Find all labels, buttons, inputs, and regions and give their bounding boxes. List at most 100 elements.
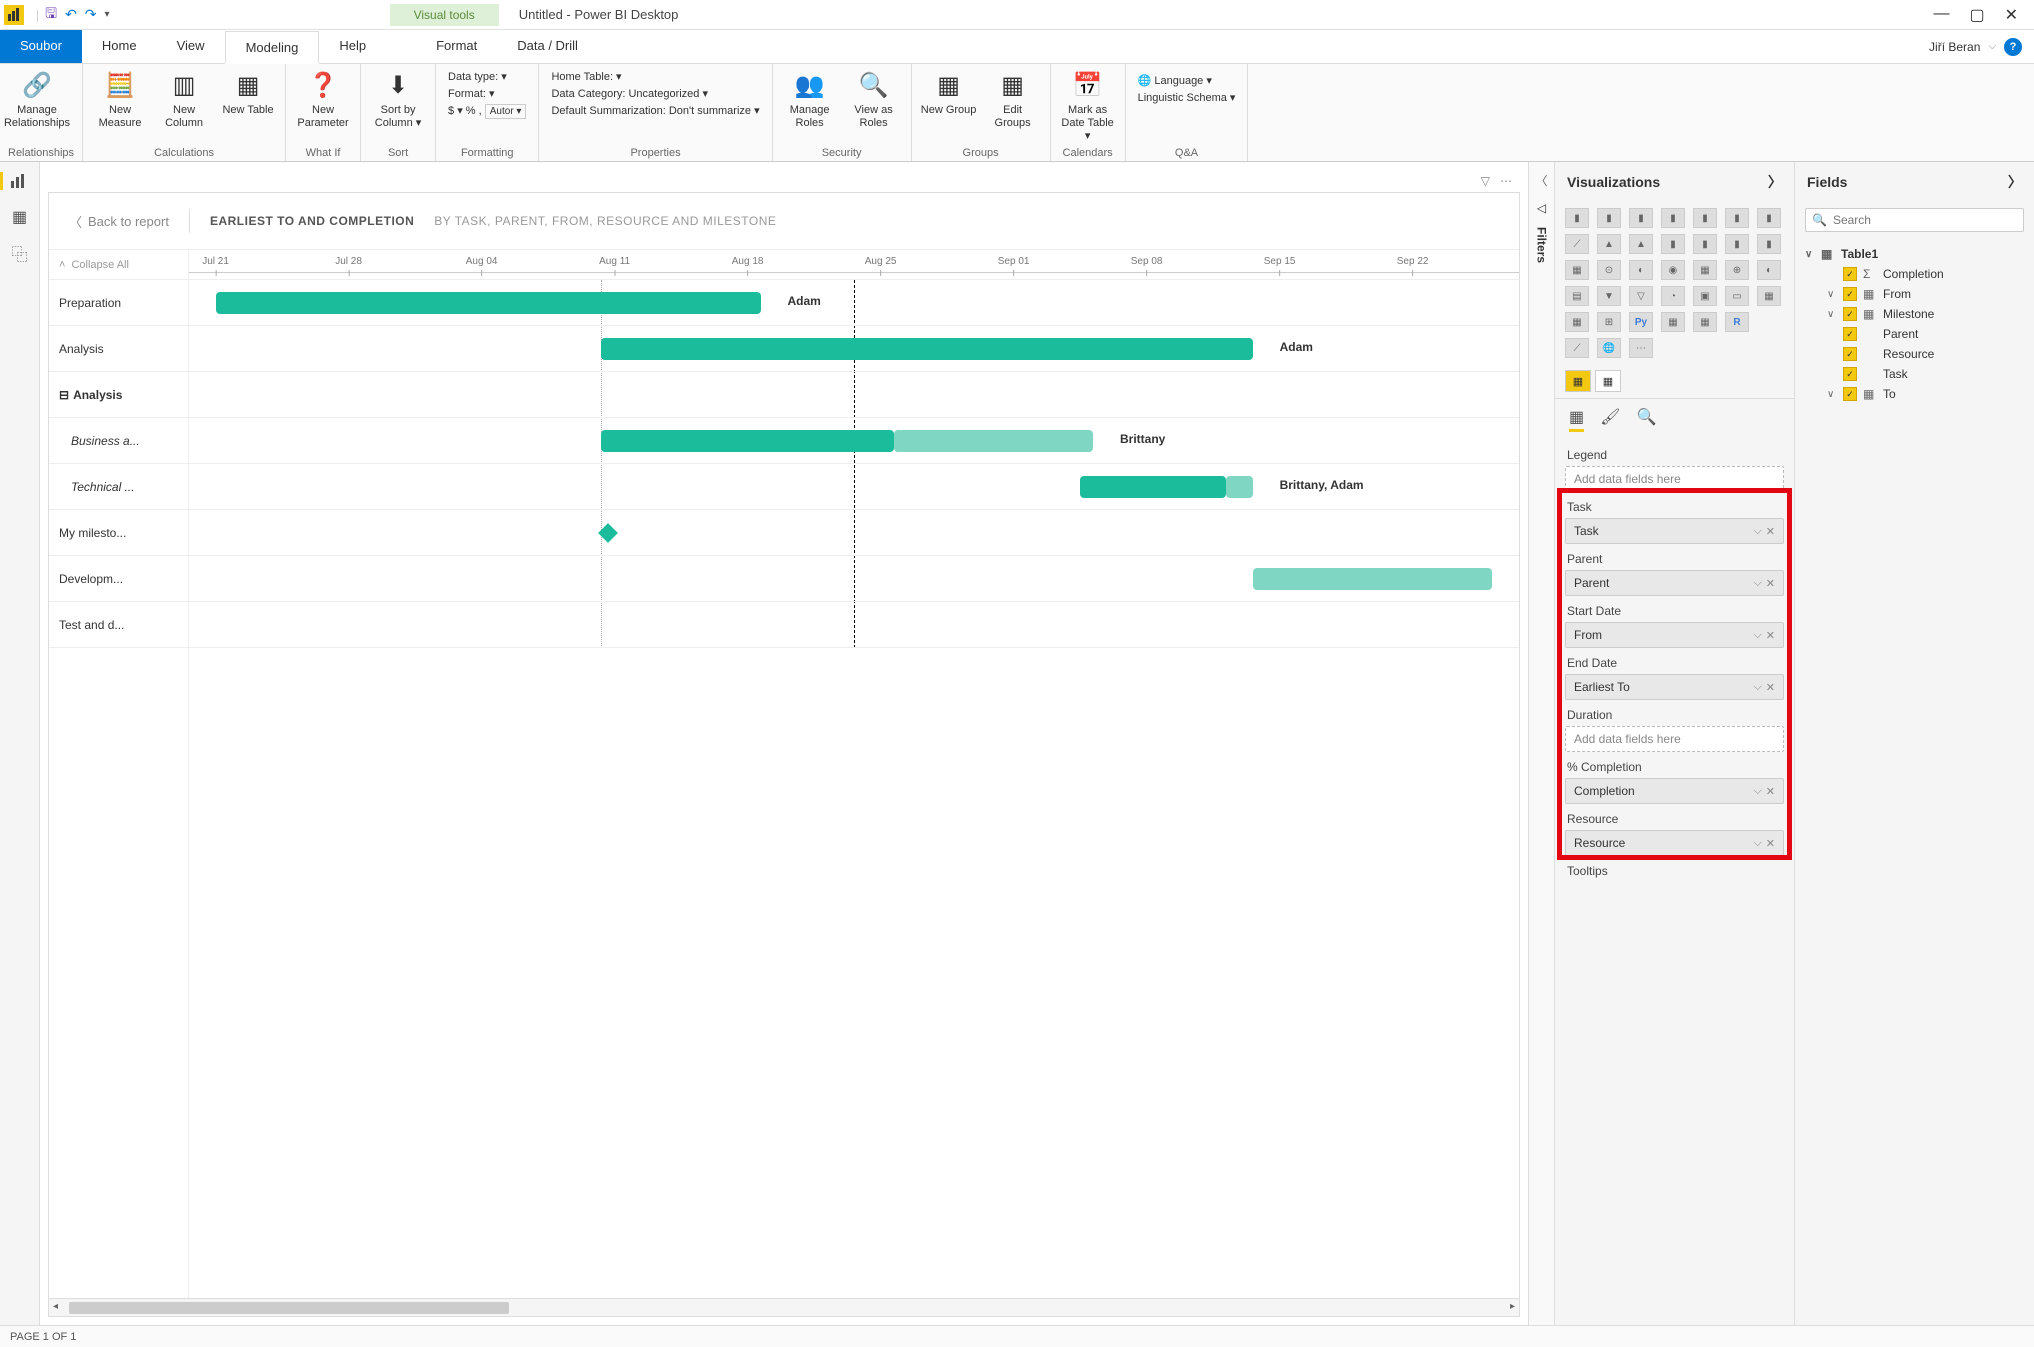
scroll-right-icon[interactable]: ▸ [1510,1301,1515,1312]
chevron-left-icon[interactable]: 〈 [1535,172,1547,189]
more-icon[interactable]: ⋯ [1500,174,1512,188]
gantt-bar-remaining[interactable] [1226,476,1253,498]
redo-icon[interactable]: ↷ [85,6,97,23]
viz-type-icon[interactable]: ▦ [1565,312,1589,332]
chevron-right-icon[interactable]: 〉 [2008,172,2022,192]
field-node[interactable]: ✓Resource [1805,344,2024,364]
user-name[interactable]: Jiří Beran [1929,40,1980,54]
new-table-button[interactable]: ▦New Table [219,68,277,117]
viz-type-icon[interactable]: ▮ [1661,208,1685,228]
viz-type-icon[interactable]: R [1725,312,1749,332]
scroll-left-icon[interactable]: ◂ [53,1301,58,1312]
chevron-down-icon[interactable]: ⌵ [1753,837,1761,850]
viz-type-icon[interactable]: ▦ [1661,312,1685,332]
collapse-all-button[interactable]: ˄Collapse All [49,250,188,280]
well-chip-from[interactable]: From⌵✕ [1565,622,1784,648]
new-group-button[interactable]: ▦New Group [920,68,978,117]
viz-type-icon[interactable]: ▮ [1725,208,1749,228]
well-duration[interactable]: Add data fields here [1565,726,1784,752]
chevron-down-icon[interactable]: ⌵ [1753,681,1761,694]
checkbox-icon[interactable]: ✓ [1843,367,1857,381]
viz-type-icon[interactable]: ⊕ [1725,260,1749,280]
viz-type-icon[interactable]: ◐ [1757,260,1781,280]
viz-type-icon[interactable]: ▼ [1597,286,1621,306]
field-node[interactable]: ✓ΣCompletion [1805,264,2024,284]
task-row[interactable]: Developm... [49,556,188,602]
viz-type-icon[interactable]: ▤ [1565,286,1589,306]
milestone-marker[interactable] [598,523,618,543]
filters-pane-collapsed[interactable]: 〈 ◁ Filters [1528,162,1554,1325]
viz-type-icon[interactable]: ▮ [1565,208,1589,228]
user-chevron-icon[interactable]: ⌵ [1988,41,1996,52]
help-icon[interactable]: ? [2004,38,2022,56]
gantt-bar[interactable] [1080,476,1226,498]
well-chip-resource[interactable]: Resource⌵✕ [1565,830,1784,856]
well-legend[interactable]: Add data fields here [1565,466,1784,492]
horizontal-scrollbar[interactable]: ◂ ▸ [49,1298,1519,1316]
fields-tab[interactable]: ▦ [1565,370,1591,392]
chevron-down-icon[interactable]: ⌵ [1753,785,1761,798]
viz-type-icon[interactable]: ▮ [1757,208,1781,228]
viz-type-icon[interactable]: ▮ [1693,208,1717,228]
tab-format[interactable]: Format [416,30,497,63]
chevron-down-icon[interactable]: ∨ [1827,289,1837,300]
chevron-down-icon[interactable]: ∨ [1827,309,1837,320]
language-dropdown[interactable]: 🌐 Language ▾ [1138,74,1236,87]
edit-groups-button[interactable]: ▦Edit Groups [984,68,1042,130]
viz-type-icon[interactable]: ▦ [1757,286,1781,306]
close-icon[interactable]: ✕ [2005,5,2018,25]
task-row[interactable]: Preparation [49,280,188,326]
summarization-dropdown[interactable]: Default Summarization: Don't summarize ▾ [551,104,759,117]
viz-type-icon[interactable]: ⟋ [1565,234,1589,254]
well-format-icon[interactable]: 🖌 [1600,407,1620,432]
save-icon[interactable]: 🖫 [45,3,57,27]
remove-icon[interactable]: ✕ [1766,577,1775,590]
new-parameter-button[interactable]: ❓New Parameter [294,68,352,130]
search-input[interactable] [1833,213,2017,227]
viz-type-icon[interactable]: ⊙ [1597,260,1621,280]
datatype-dropdown[interactable]: Data type: ▾ [448,70,526,83]
task-row[interactable]: My milesto... [49,510,188,556]
gantt-bar-remaining[interactable] [894,430,1094,452]
chevron-down-icon[interactable]: ∨ [1827,389,1837,400]
viz-import-icon[interactable]: ⋯ [1629,338,1653,358]
filter-icon[interactable]: ▽ [1481,174,1490,188]
viz-type-icon[interactable]: ◉ [1661,260,1685,280]
checkbox-icon[interactable]: ✓ [1843,287,1857,301]
field-node[interactable]: ∨✓▦Milestone [1805,304,2024,324]
checkbox-icon[interactable]: ✓ [1843,347,1857,361]
gantt-visual[interactable]: 〈 Back to report EARLIEST TO AND COMPLET… [48,192,1520,1317]
new-measure-button[interactable]: 🧮New Measure [91,68,149,130]
well-chip-task[interactable]: Task⌵✕ [1565,518,1784,544]
view-as-roles-button[interactable]: 🔍View as Roles [845,68,903,130]
manage-roles-button[interactable]: 👥Manage Roles [781,68,839,130]
remove-icon[interactable]: ✕ [1766,837,1775,850]
viz-type-icon[interactable]: ▦ [1693,260,1717,280]
viz-type-icon[interactable]: ▲ [1597,234,1621,254]
remove-icon[interactable]: ✕ [1766,681,1775,694]
datacategory-dropdown[interactable]: Data Category: Uncategorized ▾ [551,87,759,100]
viz-type-icon[interactable]: ⟋ [1565,338,1589,358]
manage-relationships-button[interactable]: 🔗 Manage Relationships [8,68,66,130]
checkbox-icon[interactable]: ✓ [1843,267,1857,281]
field-node[interactable]: ✓Task [1805,364,2024,384]
auto-dropdown[interactable]: Autor ▾ [485,104,527,119]
viz-type-icon[interactable]: ▮ [1725,234,1749,254]
well-chip-to[interactable]: Earliest To⌵✕ [1565,674,1784,700]
well-analytics-icon[interactable]: 🔍 [1636,407,1656,432]
gantt-bar[interactable] [216,292,761,314]
gantt-bar[interactable] [1253,568,1492,590]
viz-type-icon[interactable]: ▮ [1757,234,1781,254]
qat-dropdown-icon[interactable]: ▾ [105,9,110,20]
format-dropdown[interactable]: Format: ▾ [448,87,526,100]
chevron-right-icon[interactable]: 〉 [1768,172,1782,192]
tab-file[interactable]: Soubor [0,30,82,63]
report-view-icon[interactable] [0,172,39,190]
remove-icon[interactable]: ✕ [1766,629,1775,642]
viz-type-icon[interactable]: ▮ [1693,234,1717,254]
viz-type-icon[interactable]: Py [1629,312,1653,332]
model-view-icon[interactable]: ⿻ [10,244,30,262]
checkbox-icon[interactable]: ✓ [1843,307,1857,321]
gantt-bar[interactable] [601,338,1253,360]
mark-date-table-button[interactable]: 📅Mark as Date Table ▾ [1059,68,1117,144]
